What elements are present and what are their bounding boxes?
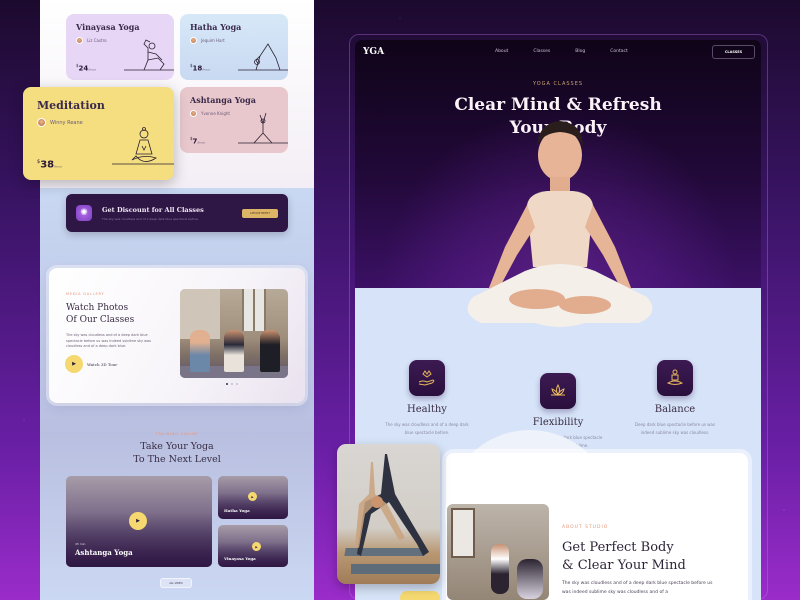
top-nav: YGA About Classes Blog Contact CLASSES: [355, 40, 761, 64]
feature-title: Balance: [654, 404, 696, 415]
feature-title: Flexibility: [532, 417, 584, 428]
nav-link-blog[interactable]: Blog: [575, 49, 585, 54]
gallery-eyebrow: MEDIA GALLERY: [66, 292, 105, 296]
gallery-description: The sky was cloudless and of a deep dark…: [66, 333, 151, 348]
lotus-hand-icon: [409, 360, 445, 396]
yoga-pose-illustration-icon: [124, 39, 174, 71]
class-title: Ashtanga Yoga: [190, 95, 256, 105]
play-icon: ▶: [255, 544, 258, 549]
instructor-name: Liz Castro: [87, 38, 107, 43]
nav-links: About Classes Blog Contact: [495, 49, 628, 54]
carousel-dot[interactable]: [236, 383, 238, 385]
avatar: [37, 118, 46, 127]
meditating-woman-image: [467, 121, 653, 327]
avatar: [190, 110, 197, 117]
instructor-name: Yvonne Knight: [201, 111, 230, 116]
photo-figure: [260, 330, 280, 372]
nav-link-about[interactable]: About: [495, 49, 508, 54]
video-title: Hatha Yoga: [224, 508, 250, 513]
class-price: $24/hour: [76, 62, 97, 72]
lotus-icon: [540, 373, 576, 409]
play-tour-button[interactable]: ▶: [65, 355, 83, 373]
class-card-meditation[interactable]: Meditation Winny Reane $38/hour: [23, 87, 174, 180]
play-button[interactable]: ▶: [248, 492, 257, 501]
about-eyebrow: ABOUT STUDIO: [562, 525, 609, 530]
discount-subtitle: The sky was cloudless and of a deep dark…: [102, 216, 199, 221]
discount-text: Get Discount for All Classes The sky was…: [102, 206, 204, 221]
watch-tour-link[interactable]: Watch 3D Tour: [87, 362, 117, 367]
instructor-name: Jequim Hart: [201, 38, 225, 43]
carousel-dot[interactable]: [231, 383, 233, 385]
feature-balance: Balance Deep dark blue spectacle before …: [615, 360, 735, 437]
triangle-pose-figure: [355, 454, 429, 556]
instructor-name: Winny Reane: [50, 119, 83, 126]
photo-figure: [517, 559, 543, 599]
play-icon: ▶: [136, 518, 140, 524]
class-card-hatha[interactable]: Hatha Yoga Jequim Hart $18/hour: [180, 14, 288, 80]
about-description: The sky was cloudless and of a deep dark…: [562, 581, 713, 595]
video-card-ashtanga[interactable]: ▶ 45 min Ashtanga Yoga: [66, 476, 212, 567]
discount-banner: ✺ Get Discount for All Classes The sky w…: [66, 194, 288, 232]
video-title: Ashtanga Yoga: [75, 548, 133, 557]
yoga-pose-illustration-icon: [238, 43, 288, 71]
carousel-dot[interactable]: [226, 383, 228, 385]
feature-healthy: Healthy The sky was cloudless and of a d…: [367, 360, 487, 437]
photo-window: [242, 289, 266, 331]
classes-button[interactable]: CLASSES: [712, 45, 755, 59]
play-button[interactable]: ▶: [129, 512, 147, 530]
decorative-yellow-pill: [400, 591, 440, 600]
photo-figure: [190, 330, 210, 372]
gallery-photo[interactable]: [180, 289, 288, 378]
video-card-hatha[interactable]: ▶ Hatha Yoga: [218, 476, 288, 519]
video-card-vinayasa[interactable]: ▶ Vinayasa Yoga: [218, 525, 288, 567]
photo-window: [451, 508, 475, 558]
play-icon: ▶: [72, 361, 76, 367]
class-title: Hatha Yoga: [190, 22, 242, 32]
about-photo[interactable]: [447, 504, 549, 600]
yoga-triangle-pose-photo[interactable]: [337, 444, 440, 584]
nav-link-contact[interactable]: Contact: [610, 49, 628, 54]
class-title: Vinayasa Yoga: [76, 22, 140, 32]
feature-title: Healthy: [407, 404, 447, 415]
class-card-ashtanga[interactable]: Ashtanga Yoga Yvonne Knight $7/hour: [180, 87, 288, 153]
feature-description: Deep dark blue spectacle before us was in…: [634, 422, 716, 435]
class-price: $7/hour: [190, 135, 206, 145]
avatar: [76, 37, 83, 44]
play-icon: ▶: [251, 494, 254, 499]
photo-figure: [224, 330, 244, 372]
play-button[interactable]: ▶: [252, 542, 261, 551]
video-title: Vinayasa Yoga: [224, 556, 256, 561]
media-gallery-card: MEDIA GALLERY Watch Photos Of Our Classe…: [49, 268, 305, 403]
about-heading: Get Perfect Body & Clear Your Mind: [562, 540, 686, 573]
meditation-icon: [657, 360, 693, 396]
class-price: $18/hour: [190, 62, 211, 72]
appointment-button[interactable]: APPOINTMENT: [242, 208, 278, 218]
carousel-dots: [226, 383, 238, 385]
class-price: $38/hour: [37, 158, 62, 170]
class-title: Meditation: [37, 99, 105, 112]
logo[interactable]: YGA: [363, 47, 384, 57]
video-duration: 45 min: [75, 542, 86, 546]
nav-link-classes[interactable]: Classes: [533, 49, 550, 54]
meditation-pose-illustration-icon: [112, 127, 174, 165]
avatar: [190, 37, 197, 44]
class-card-vinayasa[interactable]: Vinayasa Yoga Liz Castro $24/hour: [66, 14, 174, 80]
gallery-heading: Watch Photos Of Our Classes: [66, 303, 135, 325]
warrior-pose-illustration-icon: [238, 112, 288, 144]
discount-badge-icon: ✺: [76, 205, 92, 221]
discount-title: Get Discount for All Classes: [102, 205, 204, 214]
feature-description: The sky was cloudless and of a deep dark…: [385, 422, 469, 435]
all-video-button[interactable]: ALL VIDEO: [160, 578, 192, 588]
photo-figure: [491, 544, 509, 594]
